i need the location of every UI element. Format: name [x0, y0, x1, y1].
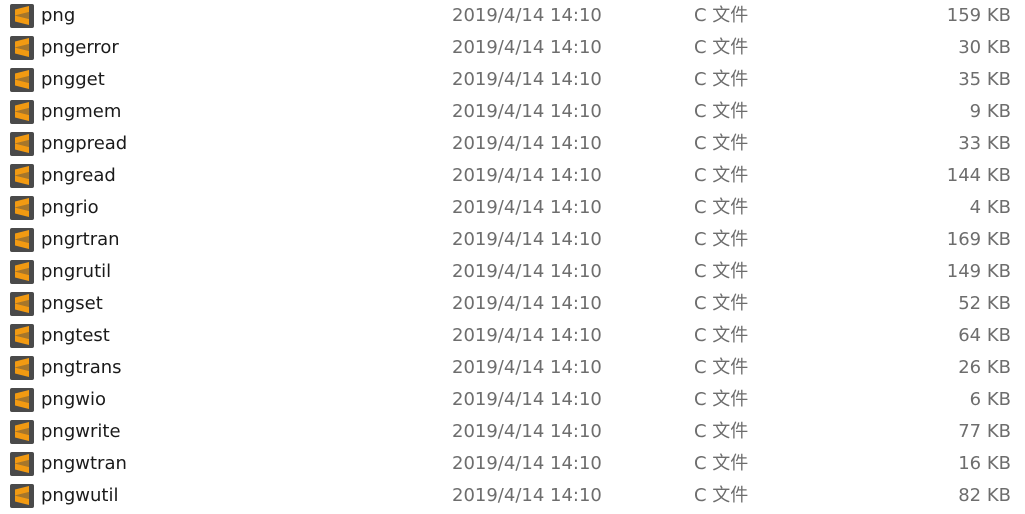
- file-row[interactable]: pngset 2019/4/14 14:10 C 文件 52 KB: [0, 288, 1025, 320]
- sublime-text-icon: [10, 4, 34, 28]
- file-name: pngrio: [41, 197, 99, 218]
- file-date: 2019/4/14 14:10: [452, 197, 602, 218]
- file-type: C 文件: [694, 69, 749, 90]
- sublime-text-icon: [10, 484, 34, 508]
- file-name: pngrutil: [41, 261, 112, 282]
- file-size: 33 KB: [958, 133, 1011, 154]
- sublime-text-icon: [10, 356, 34, 380]
- file-type: C 文件: [694, 133, 749, 154]
- file-date: 2019/4/14 14:10: [452, 261, 602, 282]
- sublime-text-icon: [10, 36, 34, 60]
- file-size: 16 KB: [958, 453, 1011, 474]
- sublime-text-icon: [10, 420, 34, 444]
- file-name: png: [41, 5, 76, 26]
- file-name: pngmem: [41, 101, 122, 122]
- file-row[interactable]: pngrutil 2019/4/14 14:10 C 文件 149 KB: [0, 256, 1025, 288]
- file-date: 2019/4/14 14:10: [452, 229, 602, 250]
- file-row[interactable]: pngwutil 2019/4/14 14:10 C 文件 82 KB: [0, 480, 1025, 512]
- file-type: C 文件: [694, 293, 749, 314]
- file-size: 64 KB: [958, 325, 1011, 346]
- sublime-text-icon: [10, 260, 34, 284]
- file-name: pngwtran: [41, 453, 127, 474]
- file-size: 9 KB: [969, 101, 1011, 122]
- file-date: 2019/4/14 14:10: [452, 421, 602, 442]
- sublime-text-icon: [10, 452, 34, 476]
- file-type: C 文件: [694, 197, 749, 218]
- file-date: 2019/4/14 14:10: [452, 389, 602, 410]
- file-row[interactable]: png 2019/4/14 14:10 C 文件 159 KB: [0, 0, 1025, 32]
- file-list: png 2019/4/14 14:10 C 文件 159 KB pngerror…: [0, 0, 1025, 512]
- file-row[interactable]: pngread 2019/4/14 14:10 C 文件 144 KB: [0, 160, 1025, 192]
- file-type: C 文件: [694, 101, 749, 122]
- file-date: 2019/4/14 14:10: [452, 325, 602, 346]
- file-size: 26 KB: [958, 357, 1011, 378]
- file-size: 4 KB: [969, 197, 1011, 218]
- file-size: 52 KB: [958, 293, 1011, 314]
- file-name: pngread: [41, 165, 116, 186]
- file-row[interactable]: pngrtran 2019/4/14 14:10 C 文件 169 KB: [0, 224, 1025, 256]
- file-date: 2019/4/14 14:10: [452, 453, 602, 474]
- file-size: 82 KB: [958, 485, 1011, 506]
- file-date: 2019/4/14 14:10: [452, 5, 602, 26]
- file-row[interactable]: pngmem 2019/4/14 14:10 C 文件 9 KB: [0, 96, 1025, 128]
- file-size: 6 KB: [969, 389, 1011, 410]
- file-row[interactable]: pngwtran 2019/4/14 14:10 C 文件 16 KB: [0, 448, 1025, 480]
- file-size: 30 KB: [958, 37, 1011, 58]
- file-type: C 文件: [694, 37, 749, 58]
- file-row[interactable]: pngtrans 2019/4/14 14:10 C 文件 26 KB: [0, 352, 1025, 384]
- file-date: 2019/4/14 14:10: [452, 357, 602, 378]
- sublime-text-icon: [10, 388, 34, 412]
- file-type: C 文件: [694, 261, 749, 282]
- file-row[interactable]: pngerror 2019/4/14 14:10 C 文件 30 KB: [0, 32, 1025, 64]
- file-name: pngrtran: [41, 229, 120, 250]
- file-date: 2019/4/14 14:10: [452, 133, 602, 154]
- file-name: pngtest: [41, 325, 110, 346]
- sublime-text-icon: [10, 196, 34, 220]
- file-size: 144 KB: [946, 165, 1011, 186]
- file-size: 77 KB: [958, 421, 1011, 442]
- file-name: pngtrans: [41, 357, 122, 378]
- file-type: C 文件: [694, 357, 749, 378]
- file-size: 149 KB: [946, 261, 1011, 282]
- file-type: C 文件: [694, 229, 749, 250]
- file-date: 2019/4/14 14:10: [452, 69, 602, 90]
- file-size: 169 KB: [946, 229, 1011, 250]
- file-date: 2019/4/14 14:10: [452, 293, 602, 314]
- file-name: pngerror: [41, 37, 119, 58]
- file-name: pngwio: [41, 389, 106, 410]
- file-row[interactable]: pngpread 2019/4/14 14:10 C 文件 33 KB: [0, 128, 1025, 160]
- sublime-text-icon: [10, 132, 34, 156]
- sublime-text-icon: [10, 68, 34, 92]
- file-name: pngwrite: [41, 421, 121, 442]
- sublime-text-icon: [10, 324, 34, 348]
- file-row[interactable]: pngwio 2019/4/14 14:10 C 文件 6 KB: [0, 384, 1025, 416]
- file-row[interactable]: pngget 2019/4/14 14:10 C 文件 35 KB: [0, 64, 1025, 96]
- sublime-text-icon: [10, 228, 34, 252]
- sublime-text-icon: [10, 292, 34, 316]
- file-type: C 文件: [694, 421, 749, 442]
- file-type: C 文件: [694, 453, 749, 474]
- sublime-text-icon: [10, 164, 34, 188]
- file-name: pngget: [41, 69, 105, 90]
- file-type: C 文件: [694, 389, 749, 410]
- file-date: 2019/4/14 14:10: [452, 101, 602, 122]
- file-size: 35 KB: [958, 69, 1011, 90]
- file-row[interactable]: pngwrite 2019/4/14 14:10 C 文件 77 KB: [0, 416, 1025, 448]
- file-date: 2019/4/14 14:10: [452, 485, 602, 506]
- file-size: 159 KB: [946, 5, 1011, 26]
- file-name: pngwutil: [41, 485, 119, 506]
- file-type: C 文件: [694, 325, 749, 346]
- file-type: C 文件: [694, 165, 749, 186]
- file-date: 2019/4/14 14:10: [452, 37, 602, 58]
- file-row[interactable]: pngtest 2019/4/14 14:10 C 文件 64 KB: [0, 320, 1025, 352]
- file-name: pngpread: [41, 133, 128, 154]
- file-type: C 文件: [694, 5, 749, 26]
- sublime-text-icon: [10, 100, 34, 124]
- file-type: C 文件: [694, 485, 749, 506]
- file-row[interactable]: pngrio 2019/4/14 14:10 C 文件 4 KB: [0, 192, 1025, 224]
- file-name: pngset: [41, 293, 103, 314]
- file-date: 2019/4/14 14:10: [452, 165, 602, 186]
